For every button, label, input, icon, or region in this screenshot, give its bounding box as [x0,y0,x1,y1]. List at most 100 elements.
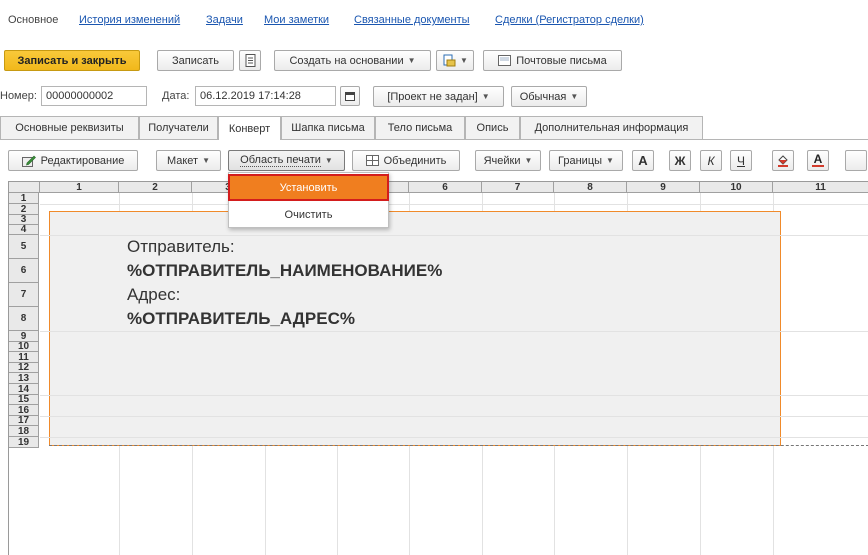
document-icon[interactable] [239,50,261,71]
sender-address-cell[interactable]: %ОТПРАВИТЕЛЬ_АДРЕС% [127,309,355,329]
chevron-down-icon: ▼ [570,92,579,101]
grid-line [40,416,868,417]
cells-button[interactable]: Ячейки ▼ [475,150,541,171]
create-based-on-button[interactable]: Создать на основании ▼ [274,50,431,71]
chevron-down-icon: ▼ [606,156,614,165]
row-header[interactable]: 8 [9,307,39,331]
grid-line [40,235,868,236]
nav-bar: Основное История изменений Задачи Мои за… [0,0,868,40]
merge-button[interactable]: Объединить [352,150,460,171]
row-header[interactable]: 5 [9,235,39,259]
tab-letter-header[interactable]: Шапка письма [281,116,375,139]
row-header[interactable]: 6 [9,259,39,283]
active-tab-gap [219,138,280,140]
chevron-down-icon: ▼ [202,156,211,165]
set-print-area-item[interactable]: Установить [228,174,389,201]
layout-label: Макет [166,154,199,167]
merge-label: Объединить [383,154,447,167]
edit-icon [21,155,36,167]
grid-line [40,395,868,396]
row-header[interactable]: 15 [9,394,39,405]
column-header[interactable]: 10 [700,182,773,193]
tab-letter-body[interactable]: Тело письма [375,116,465,139]
edit-mode-button[interactable]: Редактирование [8,150,138,171]
sender-label-cell[interactable]: Отправитель: [127,237,235,257]
grid-line [40,437,868,438]
column-header[interactable]: 2 [119,182,192,193]
italic-button[interactable]: К [700,150,722,171]
row-header[interactable]: 1 [9,193,39,204]
tab-label: Шапка письма [291,122,365,134]
more-tools-button[interactable] [845,150,867,171]
clear-print-area-label: Очистить [284,208,333,221]
save-button[interactable]: Записать [157,50,234,71]
column-header[interactable]: 1 [40,182,119,193]
tab-additional-info[interactable]: Дополнительная информация [520,116,703,139]
row-header[interactable]: 12 [9,362,39,373]
chevron-down-icon: ▼ [407,56,416,65]
number-field[interactable]: 00000000002 [41,86,147,106]
chevron-down-icon: ▼ [524,156,533,165]
sender-name-cell[interactable]: %ОТПРАВИТЕЛЬ_НАИМЕНОВАНИЕ% [127,261,442,281]
row-header[interactable]: 13 [9,373,39,384]
font-color-bar [812,165,824,167]
nav-history[interactable]: История изменений [79,14,180,26]
date-field[interactable]: 06.12.2019 17:14:28 [195,86,336,106]
font-button[interactable]: A [632,150,654,171]
grid-line [40,204,868,205]
column-header[interactable]: 6 [409,182,482,193]
calendar-icon[interactable] [340,86,360,106]
tab-inventory[interactable]: Опись [465,116,520,139]
column-header[interactable]: 9 [627,182,700,193]
italic-icon: К [707,153,715,168]
edit-label: Редактирование [40,154,125,167]
print-area-menu: Установить Очистить [228,172,389,228]
nav-tasks[interactable]: Задачи [206,14,243,26]
paint-bucket-icon [778,155,788,167]
spreadsheet[interactable]: 1 2 3 4 5 6 7 8 9 10 11 1 2 3 4 5 6 7 8 … [8,181,868,555]
bold-icon: Ж [674,153,686,168]
nav-related-docs[interactable]: Связанные документы [354,14,470,26]
tab-main-requisites[interactable]: Основные реквизиты [0,116,139,139]
column-header[interactable]: 8 [554,182,627,193]
underline-button[interactable]: Ч [730,150,752,171]
row-header[interactable]: 4 [9,224,39,235]
print-area-button[interactable]: Область печати ▼ [228,150,345,171]
row-header[interactable]: 18 [9,426,39,437]
save-label: Записать [171,54,219,67]
print-document-icon[interactable]: ▼ [436,50,474,71]
row-header[interactable]: 7 [9,283,39,307]
nav-deals[interactable]: Сделки (Регистратор сделки) [495,14,644,26]
chevron-down-icon: ▼ [324,156,333,165]
mail-label: Почтовые письма [516,54,607,67]
type-select[interactable]: Обычная ▼ [511,86,587,107]
tab-divider [0,139,868,140]
nav-notes[interactable]: Мои заметки [264,14,329,26]
mail-letters-button[interactable]: Почтовые письма [483,50,622,71]
font-color-icon: A [813,152,823,166]
number-label: Номер: [0,90,37,102]
tab-label: Получатели [148,122,209,134]
row-header[interactable]: 17 [9,415,39,426]
borders-button[interactable]: Границы ▼ [549,150,623,171]
save-close-button[interactable]: Записать и закрыть [4,50,140,71]
project-select[interactable]: [Проект не задан] ▼ [373,86,504,107]
grid-line [40,331,868,332]
column-header[interactable]: 7 [482,182,554,193]
tab-recipients[interactable]: Получатели [139,116,218,139]
date-label: Дата: [162,90,190,102]
column-header[interactable]: 11 [773,182,868,193]
underline-icon: Ч [737,153,745,168]
nav-main[interactable]: Основное [8,14,58,26]
type-value: Обычная [519,90,567,103]
row-header[interactable]: 10 [9,341,39,352]
address-label-cell[interactable]: Адрес: [127,285,180,305]
bold-button[interactable]: Ж [669,150,691,171]
tab-envelope[interactable]: Конверт [218,116,281,140]
project-value: [Проект не задан] [387,90,478,103]
layout-button[interactable]: Макет ▼ [156,150,221,171]
font-color-button[interactable]: A [807,150,829,171]
row-header[interactable]: 19 [9,437,39,448]
clear-print-area-item[interactable]: Очистить [229,202,388,227]
fill-color-button[interactable] [772,150,794,171]
